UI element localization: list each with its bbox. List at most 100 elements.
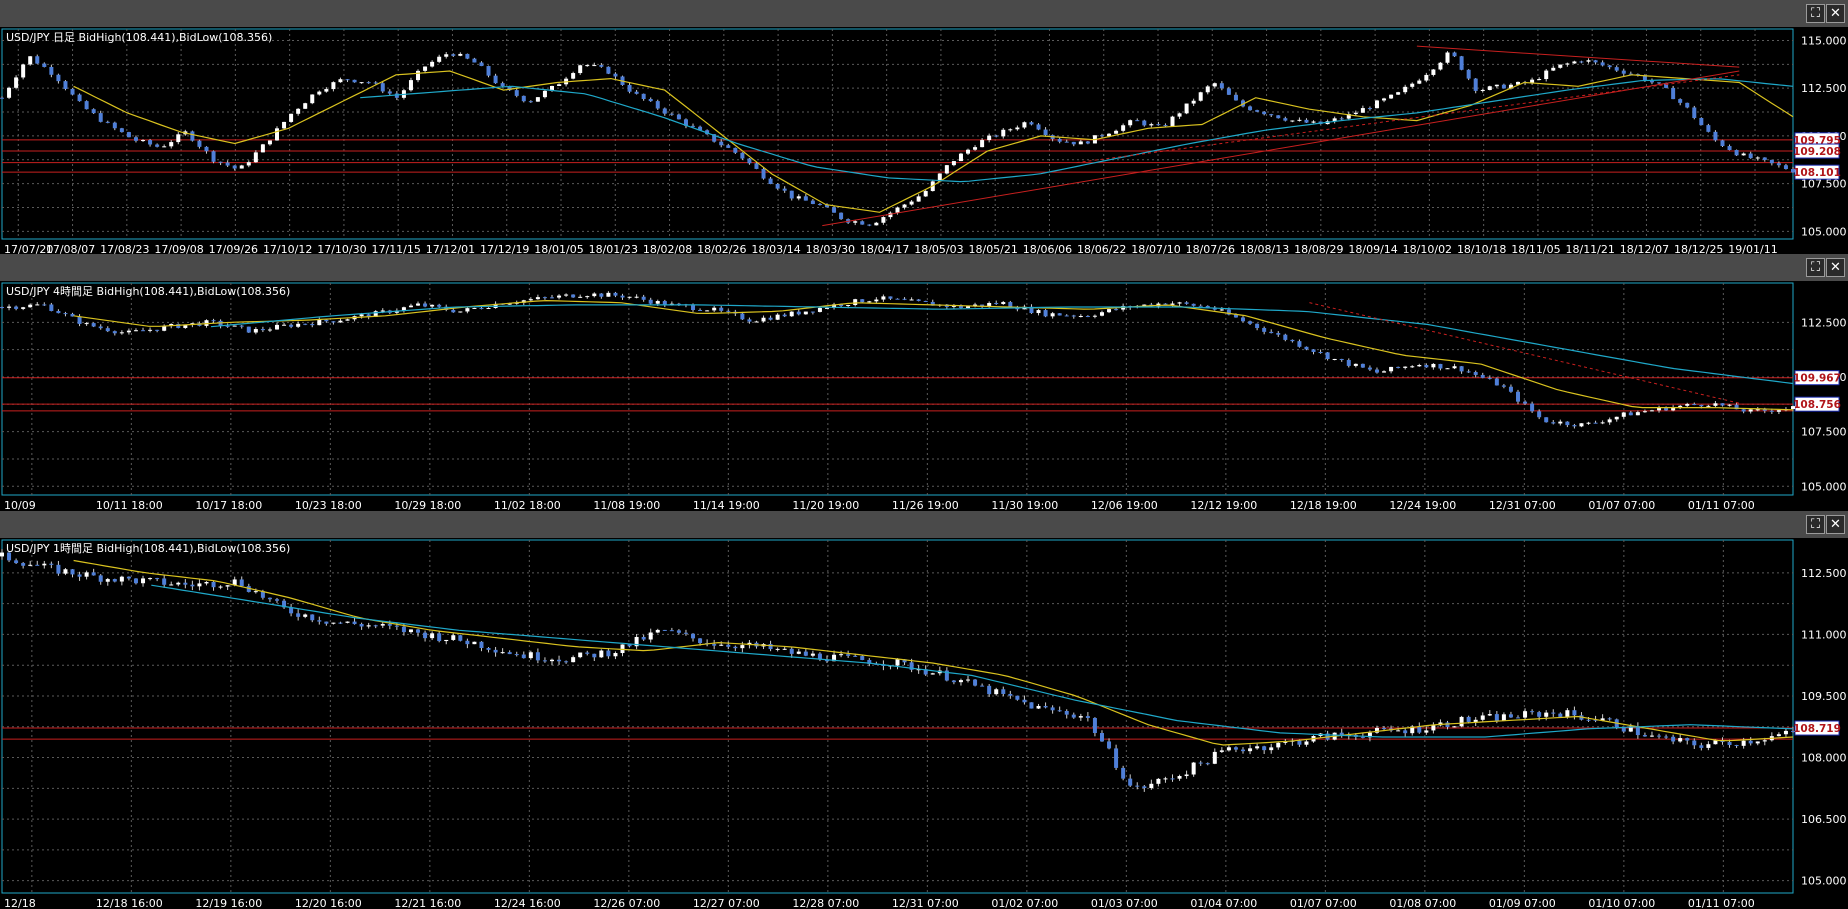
candle-body <box>148 578 153 580</box>
candle-body <box>1558 421 1563 424</box>
chart-panel-4h: ⛶ ✕ 112.500110.000107.500105.00010/0910/… <box>0 254 1848 511</box>
close-button[interactable]: ✕ <box>1826 515 1845 534</box>
candle-body <box>1783 165 1788 170</box>
candle-body <box>1649 735 1654 737</box>
x-tick-label: 12/18 <box>4 897 36 909</box>
candle-body <box>1043 129 1048 136</box>
candle-body <box>1156 124 1161 126</box>
candle-body <box>7 306 12 308</box>
x-tick-label: 01/03 07:00 <box>1091 897 1158 909</box>
candle-body <box>1516 391 1521 402</box>
candle-body <box>1121 125 1126 131</box>
candle-body <box>148 329 153 331</box>
candle-body <box>1692 107 1697 118</box>
x-tick-label: 11/08 19:00 <box>593 499 660 511</box>
candle-body <box>1748 153 1753 159</box>
x-tick-label: 01/02 07:00 <box>991 897 1058 909</box>
candle-body <box>1262 111 1267 115</box>
candle-body <box>740 645 745 649</box>
candle-body <box>155 578 160 580</box>
x-tick-label: 18/09/14 <box>1348 243 1397 254</box>
x-tick-label: 01/11 07:00 <box>1688 499 1755 511</box>
panel-toolbar <box>0 511 1848 538</box>
price-chart-4h[interactable]: 112.500110.000107.500105.00010/0910/11 1… <box>0 281 1848 511</box>
y-tick-label: 109.500 <box>1801 690 1847 703</box>
candle-body <box>698 310 703 312</box>
candle-body <box>1128 120 1133 126</box>
candle-body <box>1085 141 1090 144</box>
x-tick-label: 18/02/26 <box>697 243 746 254</box>
x-tick-label: 18/12/25 <box>1674 243 1723 254</box>
candle-body <box>98 575 103 582</box>
candle-body <box>782 188 787 191</box>
x-tick-label: 12/28 07:00 <box>792 897 859 909</box>
candle-body <box>1241 317 1246 322</box>
candle-body <box>1318 351 1323 353</box>
candle-body <box>260 329 265 331</box>
x-tick-label: 18/04/17 <box>860 243 909 254</box>
candle-body <box>923 191 928 197</box>
candle-body <box>394 625 399 627</box>
candle-body <box>119 332 124 334</box>
candle-body <box>606 292 611 297</box>
candle-body <box>930 673 935 675</box>
candle-body <box>916 196 921 202</box>
candle-body <box>246 162 251 166</box>
candle-body <box>416 303 421 306</box>
candle-body <box>817 307 822 312</box>
candle-body <box>768 178 773 184</box>
candle-body <box>218 586 223 588</box>
candle-body <box>1544 70 1549 80</box>
candle-body <box>1657 82 1662 84</box>
candle-body <box>1057 138 1062 142</box>
candle-body <box>796 196 801 199</box>
close-button[interactable]: ✕ <box>1826 4 1845 23</box>
candle-body <box>416 629 421 633</box>
maximize-button[interactable]: ⛶ <box>1806 4 1825 23</box>
candle-body <box>796 651 801 654</box>
x-tick-label: 18/06/22 <box>1077 243 1126 254</box>
maximize-button[interactable]: ⛶ <box>1806 258 1825 277</box>
candle-body <box>1593 60 1598 63</box>
candle-body <box>324 621 329 624</box>
candle-body <box>648 98 653 102</box>
candle-body <box>1727 404 1732 406</box>
candle-body <box>1121 767 1126 779</box>
candle-body <box>1473 719 1478 722</box>
candle-body <box>874 299 879 302</box>
candle-body <box>1170 116 1175 127</box>
candle-body <box>310 614 315 621</box>
candle-body <box>303 323 308 325</box>
moving-average-slow <box>360 78 1794 183</box>
candle-body <box>289 324 294 327</box>
y-tick-label: 105.000 <box>1801 480 1847 493</box>
candle-body <box>225 325 230 327</box>
close-button[interactable]: ✕ <box>1826 258 1845 277</box>
candle-body <box>112 579 117 582</box>
y-tick-label: 112.500 <box>1801 82 1847 95</box>
x-tick-label: 17/10/12 <box>263 243 312 254</box>
candle-body <box>1276 333 1281 335</box>
candle-body <box>966 679 971 681</box>
candle-body <box>239 579 244 587</box>
candle-body <box>126 330 131 333</box>
candle-body <box>909 201 914 205</box>
candle-body <box>493 649 498 653</box>
candle-body <box>1099 135 1104 137</box>
candle-body <box>578 652 583 658</box>
candle-body <box>1649 80 1654 83</box>
candle-body <box>712 644 717 646</box>
candle-body <box>1107 309 1112 313</box>
price-chart-daily[interactable]: 115.000112.500110.000107.500105.00017/07… <box>0 27 1848 254</box>
x-tick-label: 17/09/26 <box>209 243 258 254</box>
candle-body <box>775 314 780 320</box>
candle-body <box>1360 108 1365 113</box>
candle-body <box>126 132 131 138</box>
candle-body <box>1734 150 1739 156</box>
price-chart-1h[interactable]: 112.500 111.000 109.500 108.000 106.500 105.0… <box>0 538 1848 909</box>
maximize-button[interactable]: ⛶ <box>1806 515 1825 534</box>
candle-body <box>1205 86 1210 93</box>
candle-body <box>1431 69 1436 75</box>
x-tick-label: 17/11/15 <box>371 243 420 254</box>
y-tick-label: 105.000 <box>1801 875 1847 888</box>
